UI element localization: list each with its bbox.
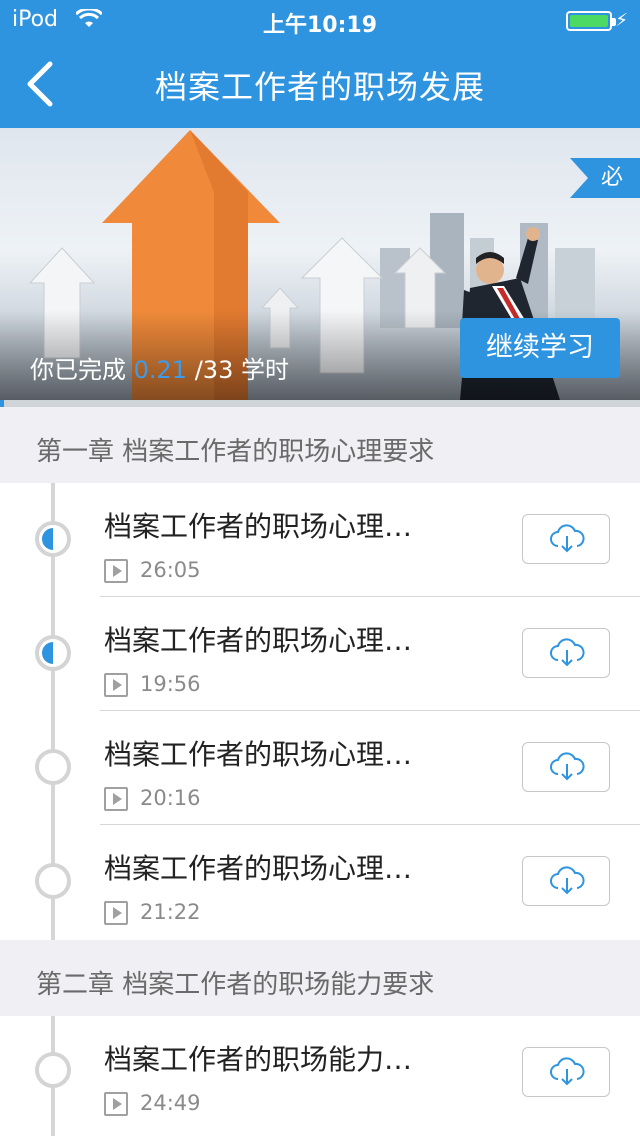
download-button[interactable] (522, 514, 610, 564)
download-button[interactable] (522, 742, 610, 792)
cloud-download-icon (550, 1057, 585, 1086)
lesson-duration: 19:56 (140, 672, 201, 696)
lesson-item[interactable]: 档案工作者的职场心理… 21:22 (0, 825, 640, 939)
chapter-header: 第二章 档案工作者的职场能力要求 (0, 940, 640, 1016)
download-button[interactable] (522, 856, 610, 906)
chapter-lesson-list: 档案工作者的职场心理… 26:05 档案工作者的职场心理… 19:56 档案工作… (0, 483, 640, 940)
download-button[interactable] (522, 628, 610, 678)
continue-learning-button[interactable]: 继续学习 (460, 318, 620, 378)
lesson-title: 档案工作者的职场能力… (104, 1043, 413, 1076)
lesson-title: 档案工作者的职场心理… (104, 510, 413, 543)
app-header: iPod 上午10:19 ⚡ 档案工作者的职场发展 (0, 0, 640, 128)
lesson-progress-dot (35, 1052, 71, 1088)
lesson-progress-dot (35, 749, 71, 785)
cloud-download-icon (550, 866, 585, 895)
lesson-item[interactable]: 档案工作者的职场心理… 26:05 (0, 483, 640, 597)
cloud-download-icon (550, 524, 585, 553)
status-time: 上午10:19 (262, 13, 378, 38)
status-bar: iPod 上午10:19 ⚡ (0, 0, 640, 40)
progress-total: /33 学时 (194, 356, 289, 384)
lesson-duration: 21:22 (140, 900, 201, 924)
course-banner: 必 你已完成 0.21 /33 学时 继续学习 (0, 128, 640, 400)
lesson-item[interactable]: 档案工作者的职场能力… 24:49 (0, 1016, 640, 1130)
progress-bar-fill (0, 400, 5, 407)
lesson-item[interactable]: 档案工作者的职场心理… 20:16 (0, 711, 640, 825)
lesson-duration: 24:49 (140, 1091, 201, 1115)
progress-value: 0.21 (133, 356, 188, 384)
charging-icon: ⚡ (615, 10, 628, 31)
video-icon (104, 559, 128, 583)
progress-prefix: 你已完成 (30, 356, 126, 384)
battery-icon (566, 11, 616, 31)
lesson-title: 档案工作者的职场心理… (104, 852, 413, 885)
lesson-item[interactable]: 档案工作者的职场心理… 19:56 (0, 597, 640, 711)
video-icon (104, 787, 128, 811)
download-button[interactable] (522, 1047, 610, 1097)
lesson-progress-dot (35, 521, 71, 557)
chapter-header: 第一章 档案工作者的职场心理要求 (0, 407, 640, 483)
cloud-download-icon (550, 752, 585, 781)
video-icon (104, 673, 128, 697)
lesson-progress-dot (35, 863, 71, 899)
lesson-title: 档案工作者的职场心理… (104, 624, 413, 657)
course-progress-bar (0, 400, 640, 407)
lesson-duration: 26:05 (140, 558, 201, 582)
progress-text: 你已完成 0.21 /33 学时 (30, 350, 289, 385)
video-icon (104, 1092, 128, 1116)
video-icon (104, 901, 128, 925)
page-title: 档案工作者的职场发展 (154, 68, 485, 106)
lesson-duration: 20:16 (140, 786, 201, 810)
cloud-download-icon (550, 638, 585, 667)
lesson-title: 档案工作者的职场心理… (104, 738, 413, 771)
chapter-lesson-list: 档案工作者的职场能力… 24:49 (0, 1016, 640, 1136)
lesson-progress-dot (35, 635, 71, 671)
